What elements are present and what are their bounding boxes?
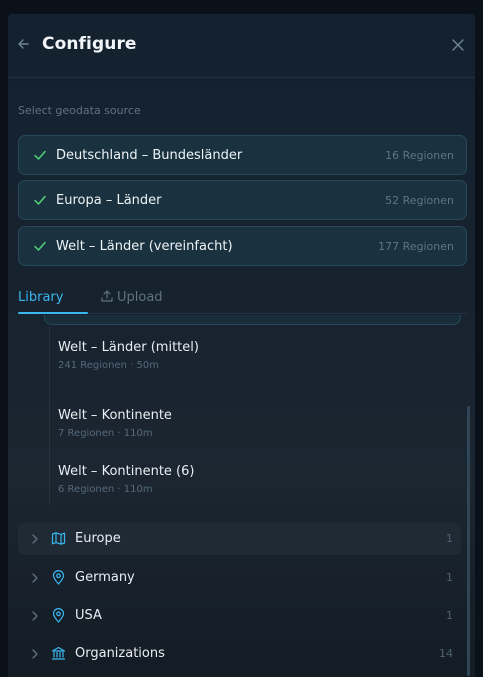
source-count: 52 Regionen xyxy=(385,194,454,207)
library-item-name: Welt – Kontinente xyxy=(58,408,172,423)
tab-upload-label: Upload xyxy=(117,290,163,305)
folder-usa[interactable]: USA 1 xyxy=(18,600,461,632)
source-option-deutschland[interactable]: Deutschland – Bundesländer 16 Regionen xyxy=(18,135,467,175)
library-item-meta: 241 Regionen · 50m xyxy=(58,360,159,371)
folder-count: 1 xyxy=(446,532,453,545)
source-tabs: Library Upload xyxy=(18,284,467,314)
folder-germany[interactable]: Germany 1 xyxy=(18,562,461,594)
source-name: Welt – Länder (vereinfacht) xyxy=(56,239,233,254)
pin-icon xyxy=(52,608,65,623)
source-section-label: Select geodata source xyxy=(18,104,141,117)
tab-library[interactable]: Library xyxy=(18,290,63,305)
configure-panel: Configure Select geodata source Deutschl… xyxy=(8,14,475,677)
folder-count: 1 xyxy=(446,571,453,584)
check-icon xyxy=(34,241,46,251)
folder-name: USA xyxy=(75,608,102,623)
chevron-right-icon xyxy=(32,534,38,544)
source-name: Europa – Länder xyxy=(56,193,162,208)
page-title: Configure xyxy=(42,34,137,54)
folder-name: Germany xyxy=(75,570,135,585)
scrollbar[interactable] xyxy=(467,406,470,676)
source-option-europa[interactable]: Europa – Länder 52 Regionen xyxy=(18,180,467,220)
library-item[interactable]: Welt – Kontinente 7 Regionen · 110m xyxy=(58,408,172,439)
folder-count: 14 xyxy=(439,647,453,660)
back-arrow-icon[interactable] xyxy=(16,34,32,54)
panel-header: Configure xyxy=(8,14,475,78)
tree-connector xyxy=(49,327,50,505)
selected-library-item[interactable] xyxy=(44,315,461,325)
active-tab-indicator xyxy=(18,312,88,314)
library-list: Welt – Länder (mittel) 241 Regionen · 50… xyxy=(8,315,475,677)
bank-icon xyxy=(51,646,66,660)
source-option-welt[interactable]: Welt – Länder (vereinfacht) 177 Regionen xyxy=(18,226,467,266)
close-icon[interactable] xyxy=(451,38,465,52)
library-item-meta: 6 Regionen · 110m xyxy=(58,484,153,495)
library-item-meta: 7 Regionen · 110m xyxy=(58,428,153,439)
source-name: Deutschland – Bundesländer xyxy=(56,148,243,163)
pin-icon xyxy=(52,570,65,585)
source-count: 177 Regionen xyxy=(378,240,454,253)
folder-organizations[interactable]: Organizations 14 xyxy=(18,638,461,670)
folder-europe[interactable]: Europe 1 xyxy=(18,523,461,555)
folder-name: Europe xyxy=(75,531,121,546)
chevron-right-icon xyxy=(32,573,38,583)
tab-upload[interactable]: Upload xyxy=(101,290,163,305)
check-icon xyxy=(34,195,46,205)
check-icon xyxy=(34,150,46,160)
map-icon xyxy=(51,532,66,545)
folder-count: 1 xyxy=(446,609,453,622)
library-item[interactable]: Welt – Länder (mittel) 241 Regionen · 50… xyxy=(58,340,199,371)
upload-icon xyxy=(101,290,113,302)
folder-name: Organizations xyxy=(75,646,165,661)
chevron-right-icon xyxy=(32,649,38,659)
library-item-name: Welt – Länder (mittel) xyxy=(58,340,199,355)
library-item-name: Welt – Kontinente (6) xyxy=(58,464,195,479)
library-item[interactable]: Welt – Kontinente (6) 6 Regionen · 110m xyxy=(58,464,194,495)
chevron-right-icon xyxy=(32,611,38,621)
source-count: 16 Regionen xyxy=(385,149,454,162)
